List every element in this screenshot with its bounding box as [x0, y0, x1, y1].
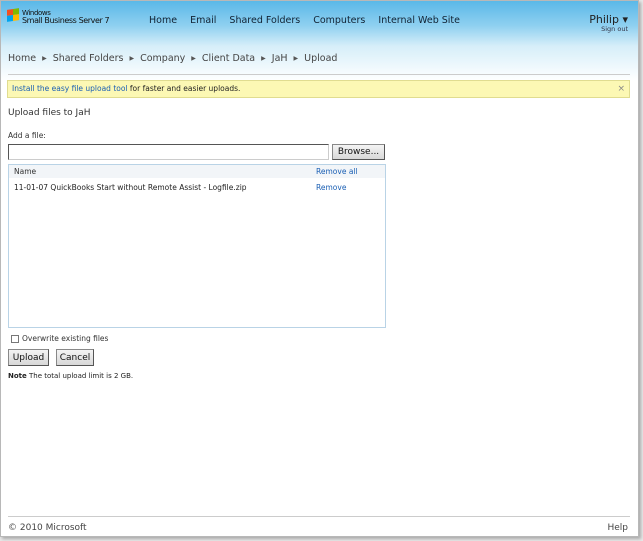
close-icon[interactable]: × [617, 81, 625, 97]
name-column-header: Name [14, 167, 37, 176]
note-label: Note [8, 372, 27, 380]
file-name: 11-01-07 QuickBooks Start without Remote… [14, 183, 247, 192]
banner-text: for faster and easier uploads. [127, 84, 241, 93]
footer: © 2010 Microsoft Help [8, 516, 630, 533]
browse-button[interactable]: Browse... [332, 144, 385, 160]
chevron-right-icon: ▶ [191, 55, 196, 62]
sign-out-link[interactable]: Sign out [589, 25, 628, 33]
logo-line2: Small Business Server 7 [22, 16, 110, 25]
chevron-right-icon: ▶ [129, 55, 135, 62]
cancel-button[interactable]: Cancel [56, 349, 94, 366]
info-banner: Install the easy file upload tool for fa… [7, 80, 630, 98]
add-file-label: Add a file: [8, 131, 46, 140]
install-upload-tool-link[interactable]: Install the easy file upload tool [12, 84, 128, 93]
crumb-upload: Upload [304, 53, 338, 64]
crumb-client-data[interactable]: Client Data [202, 53, 255, 64]
help-link[interactable]: Help [607, 523, 628, 533]
list-header: Name Remove all [9, 165, 385, 178]
upload-limit-note: Note The total upload limit is 2 GB. [8, 372, 133, 380]
chevron-right-icon: ▶ [293, 55, 299, 62]
note-text: The total upload limit is 2 GB. [26, 372, 134, 380]
file-list: Name Remove all 11-01-07 QuickBooks Start… [8, 164, 386, 328]
chevron-right-icon: ▶ [42, 55, 47, 62]
chevron-right-icon: ▶ [261, 55, 266, 62]
file-path-input[interactable] [8, 144, 329, 160]
remove-link[interactable]: Remove [316, 181, 346, 195]
top-nav: Home Email Shared Folders Computers Inte… [149, 15, 460, 26]
nav-shared-folders[interactable]: Shared Folders [229, 15, 300, 26]
copyright: © 2010 Microsoft [8, 523, 87, 533]
remove-all-link[interactable]: Remove all [316, 165, 358, 178]
nav-internal-web-site[interactable]: Internal Web Site [378, 15, 460, 26]
crumb-home[interactable]: Home [8, 53, 36, 64]
crumb-company[interactable]: Company [140, 53, 185, 64]
windows-flag-icon [7, 8, 19, 22]
browser-page: Windows Small Business Server 7 Home Emai… [0, 0, 639, 537]
overwrite-checkbox[interactable] [11, 334, 19, 343]
nav-email[interactable]: Email [190, 15, 216, 26]
overwrite-label[interactable]: Overwrite existing files [22, 334, 108, 343]
crumb-shared-folders[interactable]: Shared Folders [53, 53, 124, 64]
overwrite-option: Overwrite existing files [11, 334, 108, 343]
breadcrumb: Home ▶ Shared Folders ▶ Company ▶ Client Da… [8, 53, 337, 64]
page-title: Upload files to JaH [8, 108, 91, 118]
nav-home[interactable]: Home [149, 15, 177, 26]
divider [8, 74, 630, 75]
list-item: 11-01-07 QuickBooks Start without Remote… [9, 181, 385, 195]
header: Windows Small Business Server 7 Home Emai… [1, 1, 638, 46]
upload-button[interactable]: Upload [8, 349, 49, 366]
nav-computers[interactable]: Computers [313, 15, 365, 26]
logo: Windows Small Business Server 7 [7, 8, 110, 25]
crumb-jah[interactable]: JaH [272, 53, 288, 64]
